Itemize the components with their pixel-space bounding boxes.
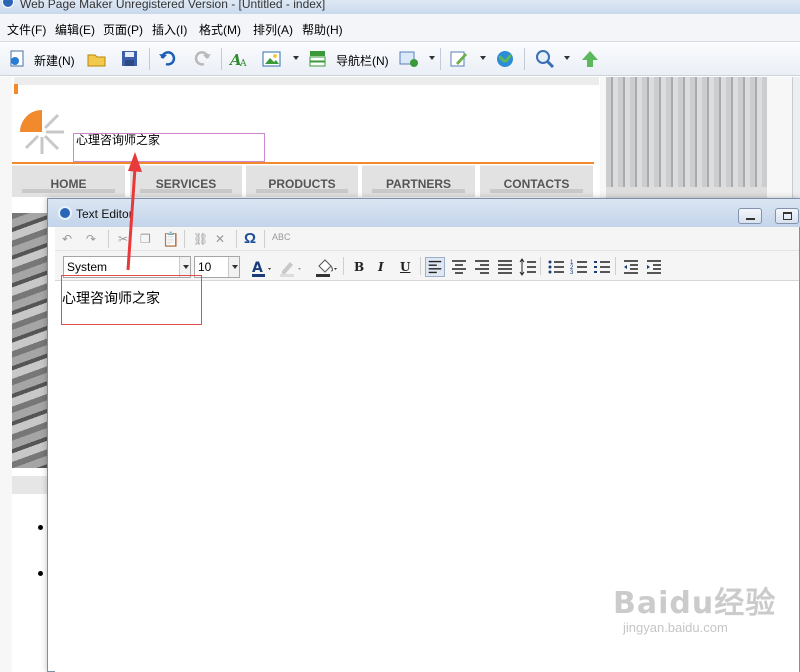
font-size-value: 10 xyxy=(198,260,212,274)
toolbar-separator xyxy=(343,257,344,275)
toolbar-separator xyxy=(615,257,616,275)
page-top-strip xyxy=(14,77,599,85)
save-icon[interactable] xyxy=(120,50,140,68)
toolbar-separator xyxy=(236,230,237,248)
window-title: Web Page Maker Unregistered Version - [U… xyxy=(20,0,326,11)
outdent-icon[interactable] xyxy=(621,257,641,277)
paste-icon[interactable]: 📋 xyxy=(162,231,179,248)
toolbar-separator xyxy=(420,257,421,275)
app-icon xyxy=(2,0,14,8)
upload-arrow-icon[interactable] xyxy=(580,50,600,68)
zoom-dropdown-icon[interactable] xyxy=(564,56,570,60)
orange-marker xyxy=(14,84,18,94)
list-bullet xyxy=(38,525,43,530)
edit-page-icon[interactable] xyxy=(449,50,469,68)
toolbar-separator xyxy=(149,48,150,70)
editor-redo-icon[interactable]: ↷ xyxy=(86,232,96,246)
menu-insert[interactable]: 插入(I) xyxy=(152,21,187,38)
menu-page[interactable]: 页面(P) xyxy=(103,21,143,38)
indent-icon[interactable] xyxy=(644,257,664,277)
navbar-button[interactable]: 导航栏(N) xyxy=(336,52,389,69)
zoom-icon[interactable] xyxy=(535,50,555,68)
special-character-icon[interactable]: Ω xyxy=(244,230,256,247)
maximize-button[interactable] xyxy=(775,208,799,224)
selected-text-box[interactable]: 心理咨询师之家 xyxy=(73,133,265,162)
new-button[interactable]: 新建(N) xyxy=(34,52,75,69)
menu-bar: 文件(F) 编辑(E) 页面(P) 插入(I) 格式(M) 排列(A) 帮助(H… xyxy=(0,14,800,42)
nav-button-services[interactable]: SERVICES xyxy=(130,165,242,197)
watermark-url: jingyan.baidu.com xyxy=(623,620,728,635)
chevron-down-icon[interactable] xyxy=(179,257,190,277)
text-style-icon[interactable]: AA xyxy=(229,50,249,68)
editor-title: Text Editor xyxy=(76,207,133,221)
toolbar-separator xyxy=(440,48,441,70)
outline-list-icon[interactable] xyxy=(592,257,612,277)
toolbar-separator xyxy=(108,230,109,248)
nav-button-products[interactable]: PRODUCTS xyxy=(246,165,358,197)
minimize-button[interactable] xyxy=(738,208,762,224)
menu-arrange[interactable]: 排列(A) xyxy=(253,21,293,38)
nav-top-line xyxy=(12,162,594,164)
vertical-scrollbar[interactable] xyxy=(792,77,800,207)
app-title-bar: Web Page Maker Unregistered Version - [U… xyxy=(0,0,800,14)
logo-icon xyxy=(20,110,64,154)
undo-icon[interactable] xyxy=(158,50,178,68)
menu-file[interactable]: 文件(F) xyxy=(7,21,46,38)
redo-icon[interactable] xyxy=(192,50,212,68)
toolbar-separator xyxy=(264,230,265,248)
building-photo xyxy=(606,77,767,187)
link-icon[interactable]: ⛓ xyxy=(193,232,208,246)
align-left-icon[interactable] xyxy=(425,257,445,277)
bold-button[interactable]: B xyxy=(354,260,364,274)
editor-app-icon xyxy=(58,206,72,220)
nav-button-partners[interactable]: PARTNERS xyxy=(362,165,475,197)
new-page-icon[interactable] xyxy=(8,50,28,68)
align-justify-icon[interactable] xyxy=(495,257,515,277)
svg-text:3: 3 xyxy=(570,270,574,276)
italic-button[interactable]: I xyxy=(378,260,384,274)
menu-help[interactable]: 帮助(H) xyxy=(302,21,343,38)
menu-format[interactable]: 格式(M) xyxy=(199,21,241,38)
main-toolbar: 新建(N) AA 导航栏(N) xyxy=(0,42,800,76)
spellcheck-icon[interactable]: ABC xyxy=(272,232,291,242)
editor-undo-icon[interactable]: ↶ xyxy=(62,232,72,246)
font-family-value: System xyxy=(67,260,108,274)
bullet-list-icon[interactable] xyxy=(546,257,566,277)
insert-object-icon[interactable] xyxy=(399,50,419,68)
align-center-icon[interactable] xyxy=(449,257,469,277)
underline-button[interactable]: U xyxy=(400,260,410,274)
menu-edit[interactable]: 编辑(E) xyxy=(55,21,95,38)
toolbar-separator xyxy=(184,230,185,248)
image-dropdown-icon[interactable] xyxy=(293,56,299,60)
annotation-highlight-box xyxy=(61,275,202,325)
align-right-icon[interactable] xyxy=(472,257,492,277)
line-spacing-icon[interactable] xyxy=(518,257,538,277)
chevron-down-icon[interactable] xyxy=(228,257,239,277)
publish-globe-icon[interactable] xyxy=(495,50,515,68)
highlight-color-icon[interactable] xyxy=(278,258,304,278)
svg-text:A: A xyxy=(252,260,263,276)
open-folder-icon[interactable] xyxy=(87,50,107,68)
object-dropdown-icon[interactable] xyxy=(429,56,435,60)
nav-button-contacts[interactable]: CONTACTS xyxy=(480,165,593,197)
font-color-icon[interactable]: A xyxy=(250,258,274,278)
copy-icon[interactable]: ❐ xyxy=(140,232,151,246)
svg-text:A: A xyxy=(239,59,247,68)
toolbar-separator xyxy=(540,257,541,275)
numbered-list-icon[interactable]: 123 xyxy=(569,257,589,277)
baidu-watermark: Baidu经验 jingyan.baidu.com xyxy=(613,578,793,638)
edit-dropdown-icon[interactable] xyxy=(480,56,486,60)
editor-title-bar[interactable]: Text Editor xyxy=(48,199,800,227)
watermark-brand: Baidu经验 xyxy=(613,586,777,621)
text-box-content: 心理咨询师之家 xyxy=(76,133,161,147)
toolbar-separator xyxy=(221,48,222,70)
insert-image-icon[interactable] xyxy=(262,50,282,68)
nav-button-home[interactable]: HOME xyxy=(12,165,125,197)
navbar-icon[interactable] xyxy=(308,50,328,68)
unlink-icon[interactable]: ✕ xyxy=(215,232,225,246)
fill-color-icon[interactable] xyxy=(314,258,340,278)
list-bullet xyxy=(38,571,43,576)
toolbar-separator xyxy=(524,48,525,70)
cut-icon[interactable]: ✂ xyxy=(118,232,128,246)
